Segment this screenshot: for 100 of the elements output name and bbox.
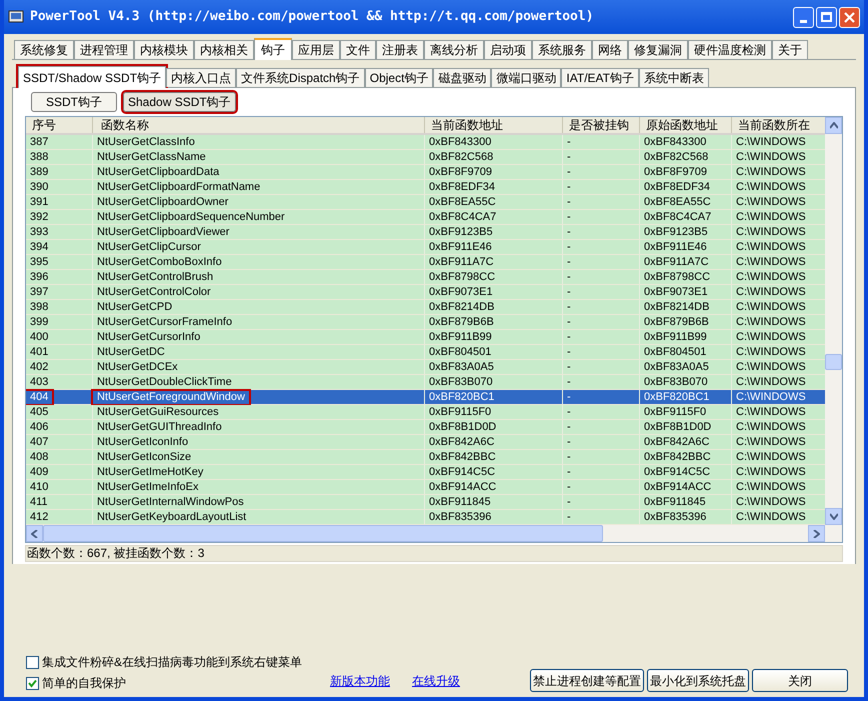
tab[interactable]: 启动项 xyxy=(484,40,532,59)
sub-tab[interactable]: Object钩子 xyxy=(364,68,434,87)
table-cell-text: NtUserGetClipboardOwner xyxy=(96,196,230,208)
table-cell-text: NtUserGetControlBrush xyxy=(96,270,214,284)
tab[interactable]: 钩子 xyxy=(254,38,292,60)
scroll-thumb[interactable] xyxy=(43,525,603,542)
checkbox[interactable] xyxy=(26,656,39,668)
column-header[interactable]: 当前函数地址 xyxy=(425,117,563,133)
table-row[interactable]: 410 NtUserGetImeInfoEx 0xBF914ACC - 0xBF914ACC C:\WINDOWS xyxy=(26,480,826,495)
dialog-button[interactable]: 关闭 xyxy=(752,669,848,692)
minimize-button[interactable] xyxy=(793,6,814,28)
table-cell-text: - xyxy=(566,510,572,524)
table-cell-text: 410 xyxy=(29,480,50,494)
app-icon xyxy=(8,9,24,25)
table-cell-text: - xyxy=(566,166,572,178)
table-row[interactable]: 392 NtUserGetClipboardSequenceNumber 0xBF8C4CA7 - 0xBF8C4CA7 C:\WINDOWS xyxy=(26,210,826,225)
sub-tab[interactable]: SSDT/Shadow SSDT钩子 xyxy=(18,66,166,88)
table-row[interactable]: 412 NtUserGetKeyboardLayoutList 0xBF835396 - 0xBF835396 C:\WINDOWS xyxy=(26,510,826,525)
tab[interactable]: 关于 xyxy=(772,40,808,59)
tab[interactable]: 应用层 xyxy=(292,40,340,59)
column-header[interactable]: 序号 xyxy=(26,117,93,133)
dialog-button[interactable]: 最小化到系统托盘 xyxy=(647,669,749,692)
table-cell-text: - xyxy=(566,346,572,358)
table-cell-text: 388 xyxy=(29,150,50,164)
table-row[interactable]: 395 NtUserGetComboBoxInfo 0xBF911A7C - 0xBF911A7C C:\WINDOWS xyxy=(26,255,826,270)
table-row[interactable]: 402 NtUserGetDCEx 0xBF83A0A5 - 0xBF83A0A5 C:\WINDOWS xyxy=(26,360,826,375)
table-cell-text: C:\WINDOWS xyxy=(735,436,807,448)
sub-tab[interactable]: 内核入口点 xyxy=(166,68,236,87)
sub-tab[interactable]: 微端口驱动 xyxy=(491,68,562,87)
table-row[interactable]: 393 NtUserGetClipboardViewer 0xBF9123B5 - 0xBF9123B5 C:\WINDOWS xyxy=(26,225,826,240)
table-row[interactable]: 391 NtUserGetClipboardOwner 0xBF8EA55C - 0xBF8EA55C C:\WINDOWS xyxy=(26,195,826,210)
checkbox[interactable] xyxy=(26,676,39,690)
scroll-thumb[interactable] xyxy=(825,354,842,370)
table-cell-text: 0xBF83A0A5 xyxy=(643,360,710,374)
table-row[interactable]: 407 NtUserGetIconInfo 0xBF842A6C - 0xBF842A6C C:\WINDOWS xyxy=(26,435,826,450)
table-cell-text: 395 xyxy=(29,256,50,268)
table-cell-text: C:\WINDOWS xyxy=(735,286,807,298)
tab[interactable]: 系统修复 xyxy=(14,40,74,59)
table-cell-text: 409 xyxy=(29,466,50,478)
sub-tab[interactable]: 文件系统Dispatch钩子 xyxy=(236,68,365,87)
link[interactable]: 新版本功能 xyxy=(330,672,390,690)
table-row[interactable]: 403 NtUserGetDoubleClickTime 0xBF83B070 - 0xBF83B070 C:\WINDOWS xyxy=(26,375,826,390)
table-cell-text: 0xBF9123B5 xyxy=(428,226,494,238)
table-row[interactable]: 399 NtUserGetCursorFrameInfo 0xBF879B6B - 0xBF879B6B C:\WINDOWS xyxy=(26,315,826,330)
table-row[interactable]: 388 NtUserGetClassName 0xBF82C568 - 0xBF82C568 C:\WINDOWS xyxy=(26,150,826,165)
table-cell-text: 0xBF820BC1 xyxy=(428,390,496,404)
table-cell-text: NtUserGetIconSize xyxy=(96,450,192,464)
horizontal-scrollbar[interactable] xyxy=(26,525,826,542)
tab[interactable]: 网络 xyxy=(592,40,628,59)
column-header[interactable]: 是否被挂钩 xyxy=(563,117,640,133)
link[interactable]: 在线升级 xyxy=(412,672,460,690)
table-row[interactable]: 398 NtUserGetCPD 0xBF8214DB - 0xBF8214DB C:\WINDOWS xyxy=(26,300,826,315)
table-row[interactable]: 411 NtUserGetInternalWindowPos 0xBF911845 - 0xBF911845 C:\WINDOWS xyxy=(26,495,826,510)
table-row[interactable]: 405 NtUserGetGuiResources 0xBF9115F0 - 0xBF9115F0 C:\WINDOWS xyxy=(26,405,826,420)
table-cell-text: 392 xyxy=(29,210,50,224)
column-header[interactable]: 函数名称 xyxy=(93,117,425,133)
table-row[interactable]: 397 NtUserGetControlColor 0xBF9073E1 - 0xBF9073E1 C:\WINDOWS xyxy=(26,285,826,300)
table-row[interactable]: 390 NtUserGetClipboardFormatName 0xBF8EDF34 - 0xBF8EDF34 C:\WINDOWS xyxy=(26,180,826,195)
table-cell-text: 0xBF842BBC xyxy=(643,450,712,464)
sub-tab[interactable]: IAT/EAT钩子 xyxy=(561,68,639,87)
table-row[interactable]: 394 NtUserGetClipCursor 0xBF911E46 - 0xBF911E46 C:\WINDOWS xyxy=(26,240,826,255)
table-row[interactable]: 396 NtUserGetControlBrush 0xBF8798CC - 0xBF8798CC C:\WINDOWS xyxy=(26,270,826,285)
table-cell-text: 0xBF8C4CA7 xyxy=(643,210,712,224)
sub-tab[interactable]: 磁盘驱动 xyxy=(433,68,492,87)
table-cell-text: - xyxy=(566,196,572,208)
table-row[interactable]: 404 NtUserGetForegroundWindow 0xBF820BC1 - 0xBF820BC1 C:\WINDOWS xyxy=(26,390,826,405)
table-row[interactable]: 406 NtUserGetGUIThreadInfo 0xBF8B1D0D - 0xBF8B1D0D C:\WINDOWS xyxy=(26,420,826,435)
dialog-button[interactable]: 禁止进程创建等配置 xyxy=(530,669,644,692)
table-row[interactable]: 409 NtUserGetImeHotKey 0xBF914C5C - 0xBF914C5C C:\WINDOWS xyxy=(26,465,826,480)
table-row[interactable]: 400 NtUserGetCursorInfo 0xBF911B99 - 0xBF911B99 C:\WINDOWS xyxy=(26,330,826,345)
tab[interactable]: 注册表 xyxy=(376,40,424,59)
close-button[interactable] xyxy=(839,6,860,28)
tab[interactable]: 内核相关 xyxy=(194,40,254,59)
table-row[interactable]: 387 NtUserGetClassInfo 0xBF843300 - 0xBF843300 C:\WINDOWS xyxy=(26,135,826,150)
table-cell-text: 0xBF8EDF34 xyxy=(643,180,712,194)
mode-button[interactable]: SSDT钩子 xyxy=(31,92,117,112)
checkbox-label[interactable]: 集成文件粉碎&在线扫描病毒功能到系统右键菜单 xyxy=(42,653,302,671)
table-row[interactable]: 389 NtUserGetClipboardData 0xBF8F9709 - 0xBF8F9709 C:\WINDOWS xyxy=(26,165,826,180)
tab[interactable]: 离线分析 xyxy=(424,40,484,59)
table-cell-text: 0xBF8EA55C xyxy=(643,196,712,208)
vertical-scrollbar[interactable] xyxy=(825,117,842,542)
table-cell-text: 0xBF804501 xyxy=(428,346,492,358)
sub-tab[interactable]: 系统中断表 xyxy=(638,68,709,87)
maximize-button[interactable] xyxy=(816,6,837,28)
table-cell-text: C:\WINDOWS xyxy=(735,360,807,374)
table-row[interactable]: 401 NtUserGetDC 0xBF804501 - 0xBF804501 C:\WINDOWS xyxy=(26,345,826,360)
tab[interactable]: 内核模块 xyxy=(134,40,194,59)
tab[interactable]: 系统服务 xyxy=(532,40,592,59)
table-cell-text: - xyxy=(566,330,572,344)
table-cell-text: - xyxy=(566,256,572,268)
tab[interactable]: 修复漏洞 xyxy=(628,40,688,59)
table-cell-text: 0xBF9115F0 xyxy=(428,406,492,418)
column-header[interactable]: 原始函数地址 xyxy=(640,117,732,133)
tab[interactable]: 进程管理 xyxy=(74,40,134,59)
tab[interactable]: 文件 xyxy=(340,40,376,59)
checkbox-label[interactable]: 简单的自我保护 xyxy=(42,674,126,692)
table-row[interactable]: 408 NtUserGetIconSize 0xBF842BBC - 0xBF842BBC C:\WINDOWS xyxy=(26,450,826,465)
mode-button[interactable]: Shadow SSDT钩子 xyxy=(123,92,236,112)
table-cell-text: NtUserGetComboBoxInfo xyxy=(96,256,223,268)
tab[interactable]: 硬件温度检测 xyxy=(688,40,772,59)
